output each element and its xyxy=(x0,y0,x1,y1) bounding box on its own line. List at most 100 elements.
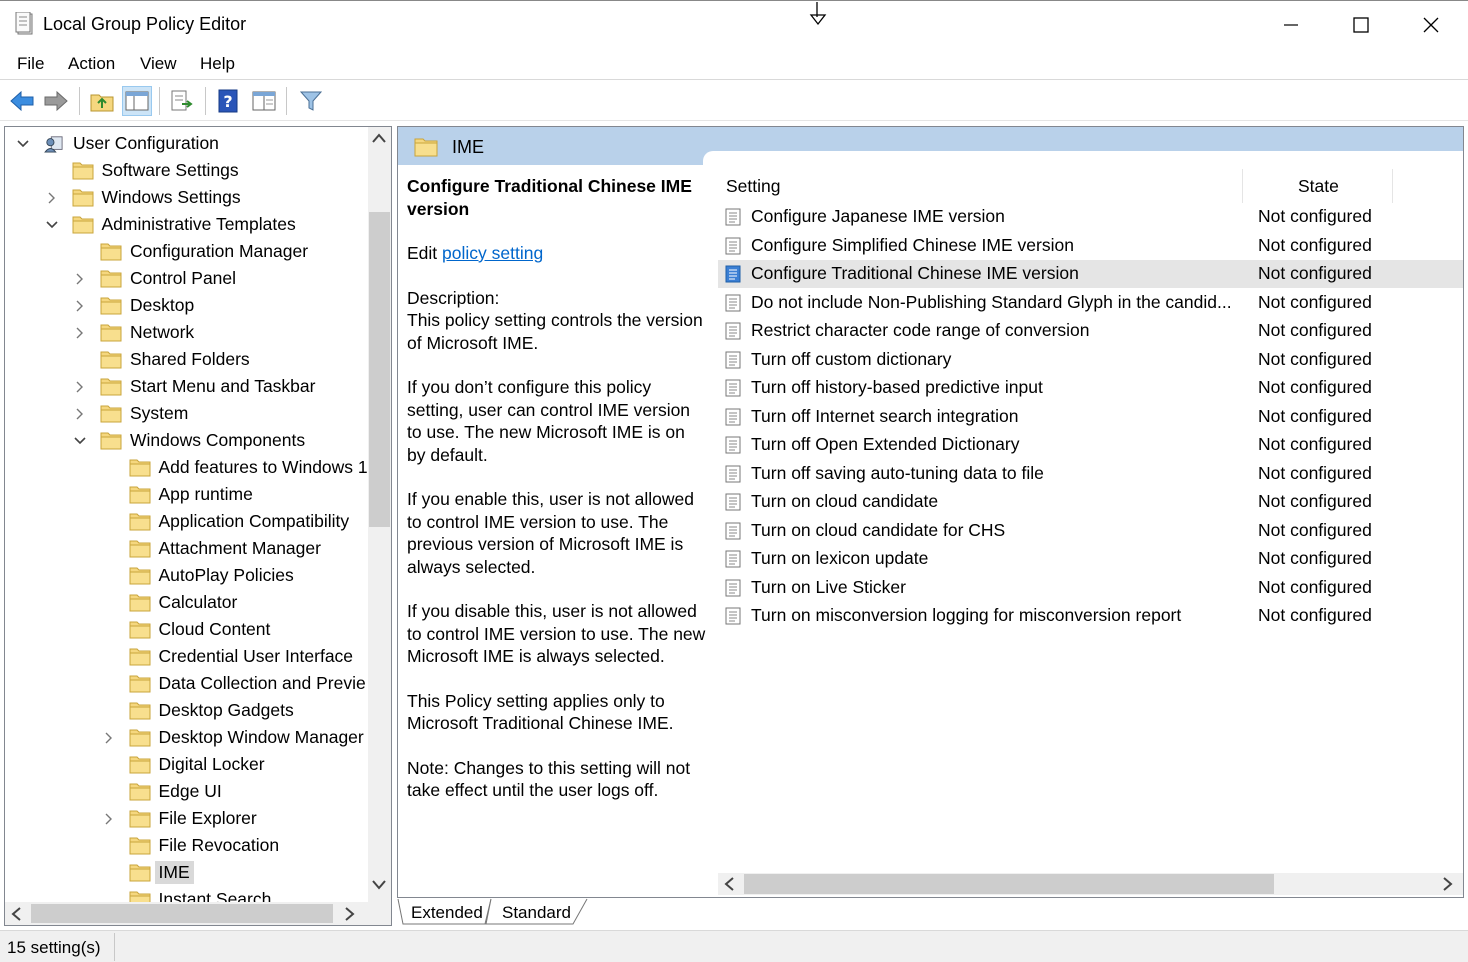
filter-button[interactable] xyxy=(296,86,326,116)
column-header-state[interactable]: State xyxy=(1298,176,1339,197)
tree-item[interactable]: Desktop Window Manager xyxy=(101,724,364,751)
tree-item[interactable]: Desktop Gadgets xyxy=(101,697,294,724)
tree-item[interactable]: Start Menu and Taskbar xyxy=(72,373,315,400)
tree-item[interactable]: AutoPlay Policies xyxy=(101,562,294,589)
menu-action[interactable]: Action xyxy=(68,54,115,74)
tree-item[interactable]: IME xyxy=(101,859,194,886)
policy-row[interactable]: Turn off Open Extended Dictionary Not con… xyxy=(718,431,1463,459)
tree-expander[interactable] xyxy=(72,298,88,314)
tree-item[interactable]: Windows Components xyxy=(72,427,305,454)
back-button[interactable] xyxy=(7,86,37,116)
tree-expander[interactable] xyxy=(44,190,60,206)
tree-item[interactable]: Edge UI xyxy=(101,778,222,805)
chevron-right-icon[interactable] xyxy=(48,192,56,204)
tree-item[interactable]: Administrative Templates xyxy=(44,211,296,238)
maximize-button[interactable] xyxy=(1326,1,1396,49)
policy-row[interactable]: Turn off custom dictionary Not configured xyxy=(718,346,1463,374)
policy-row[interactable]: Turn on cloud candidate for CHS Not confi… xyxy=(718,517,1463,545)
tree-expander[interactable] xyxy=(101,811,117,827)
tree-item[interactable]: Credential User Interface xyxy=(101,643,353,670)
tree-item[interactable]: Control Panel xyxy=(72,265,236,292)
tree-vertical-scrollbar[interactable] xyxy=(368,127,391,902)
policy-row[interactable]: Turn on cloud candidate Not configured xyxy=(718,488,1463,516)
tree-item[interactable]: Windows Settings xyxy=(44,184,241,211)
list-horizontal-scroll-thumb[interactable] xyxy=(744,874,1274,894)
tree-expander[interactable] xyxy=(101,730,117,746)
scroll-right-icon[interactable] xyxy=(345,907,355,921)
tree-item[interactable]: Add features to Windows 1 xyxy=(101,454,368,481)
show-extended-view-button[interactable] xyxy=(249,86,279,116)
tree-vertical-scroll-thumb[interactable] xyxy=(369,212,390,527)
export-list-button[interactable] xyxy=(167,86,197,116)
tree-expander[interactable] xyxy=(15,136,31,152)
tree-item[interactable]: System xyxy=(72,400,188,427)
policy-row[interactable]: Turn on lexicon update Not configured xyxy=(718,545,1463,573)
tree-item[interactable]: File Explorer xyxy=(101,805,257,832)
scroll-left-icon[interactable] xyxy=(724,877,734,891)
column-header-setting[interactable]: Setting xyxy=(726,176,780,197)
chevron-right-icon[interactable] xyxy=(76,381,84,393)
menu-view[interactable]: View xyxy=(140,54,177,74)
scroll-down-icon[interactable] xyxy=(372,880,386,890)
tree-expander[interactable] xyxy=(72,271,88,287)
policy-row[interactable]: Turn on misconversion logging for miscon… xyxy=(718,602,1463,630)
policy-row[interactable]: Configure Simplified Chinese IME version… xyxy=(718,232,1463,260)
policy-row[interactable]: Turn on Live Sticker Not configured xyxy=(718,574,1463,602)
tree-horizontal-scroll-thumb[interactable] xyxy=(31,904,333,923)
chevron-down-icon[interactable] xyxy=(74,436,86,445)
chevron-right-icon[interactable] xyxy=(76,273,84,285)
chevron-right-icon[interactable] xyxy=(76,327,84,339)
up-one-level-button[interactable] xyxy=(87,86,117,116)
minimize-button[interactable] xyxy=(1256,1,1326,49)
chevron-right-icon[interactable] xyxy=(105,732,113,744)
policy-row[interactable]: Restrict character code range of convers… xyxy=(718,317,1463,345)
policy-row[interactable]: Turn off Internet search integration Not … xyxy=(718,403,1463,431)
tree-item[interactable]: Shared Folders xyxy=(72,346,250,373)
policy-row[interactable]: Turn off history-based predictive input N… xyxy=(718,374,1463,402)
tree-item[interactable]: App runtime xyxy=(101,481,253,508)
tree-item[interactable]: Data Collection and Previe xyxy=(101,670,366,697)
policy-row[interactable]: Configure Japanese IME version Not config… xyxy=(718,203,1463,231)
chevron-down-icon[interactable] xyxy=(17,139,29,148)
tree-expander[interactable] xyxy=(72,406,88,422)
help-button[interactable]: ? xyxy=(213,86,243,116)
edit-policy-setting-link[interactable]: policy setting xyxy=(442,243,543,263)
tree-expander[interactable] xyxy=(44,217,60,233)
tree-item[interactable]: File Revocation xyxy=(101,832,279,859)
policy-row[interactable]: Configure Traditional Chinese IME versio… xyxy=(718,260,1463,288)
list-horizontal-scrollbar[interactable] xyxy=(718,873,1463,895)
menu-help[interactable]: Help xyxy=(200,54,235,74)
forward-button[interactable] xyxy=(41,86,71,116)
tree-item[interactable]: Network xyxy=(72,319,194,346)
tree-expander[interactable] xyxy=(72,325,88,341)
tree-item[interactable]: Cloud Content xyxy=(101,616,270,643)
chevron-right-icon[interactable] xyxy=(105,813,113,825)
scroll-up-icon[interactable] xyxy=(372,133,386,143)
tree-item[interactable]: Attachment Manager xyxy=(101,535,321,562)
menu-file[interactable]: File xyxy=(17,54,44,74)
tree-item[interactable]: Software Settings xyxy=(44,157,239,184)
tab-standard[interactable]: Standard xyxy=(502,903,571,923)
tree-item[interactable]: Digital Locker xyxy=(101,751,265,778)
tab-extended[interactable]: Extended xyxy=(411,903,483,923)
tree-item[interactable]: Desktop xyxy=(72,292,194,319)
tree-horizontal-scrollbar[interactable] xyxy=(5,902,391,925)
scroll-left-icon[interactable] xyxy=(11,907,21,921)
status-bar: 15 setting(s) xyxy=(0,930,1468,962)
tree-item[interactable]: User Configuration xyxy=(15,130,219,157)
tree-expander[interactable] xyxy=(72,433,88,449)
tree-item[interactable]: Application Compatibility xyxy=(101,508,349,535)
policy-row[interactable]: Do not include Non-Publishing Standard G… xyxy=(718,289,1463,317)
description-paragraph-5: This Policy setting applies only to Micr… xyxy=(407,690,674,734)
chevron-right-icon[interactable] xyxy=(76,300,84,312)
show-hide-console-tree-button[interactable] xyxy=(122,86,152,116)
tree-item[interactable]: Calculator xyxy=(101,589,237,616)
chevron-right-icon[interactable] xyxy=(76,408,84,420)
policy-row[interactable]: Turn off saving auto-tuning data to file… xyxy=(718,460,1463,488)
policy-setting-icon xyxy=(725,208,741,226)
chevron-down-icon[interactable] xyxy=(45,220,58,229)
close-button[interactable] xyxy=(1396,1,1466,49)
tree-item[interactable]: Configuration Manager xyxy=(72,238,308,265)
scroll-right-icon[interactable] xyxy=(1443,877,1453,891)
tree-expander[interactable] xyxy=(72,379,88,395)
